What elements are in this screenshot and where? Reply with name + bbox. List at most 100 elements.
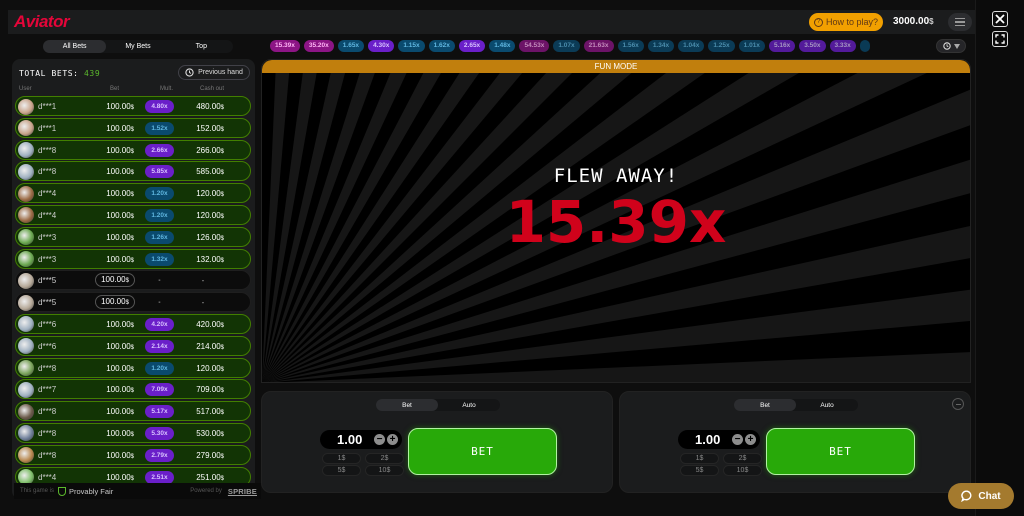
aviator-logo: Aviator (14, 12, 70, 31)
bet-user: d***8 (38, 167, 57, 177)
payout-chip[interactable]: 5.16x (768, 40, 796, 52)
bet-multiplier: 5.30x (145, 426, 174, 440)
tab-top[interactable]: Top (170, 40, 233, 53)
bet-cashout: 266.00$ (196, 145, 224, 155)
bet-amount: 100.00$ (106, 145, 134, 155)
avatar (18, 403, 34, 420)
avatar (18, 251, 34, 268)
payout-chip[interactable]: 35.20x (303, 40, 334, 52)
quick-amount-button[interactable]: 2$ (365, 453, 404, 464)
payout-chip[interactable]: 1.07x (553, 40, 580, 52)
quick-amount-button[interactable]: 1$ (680, 453, 719, 464)
tab-bet[interactable]: Bet (734, 399, 796, 411)
avatar (18, 447, 34, 464)
chat-button[interactable]: Chat (948, 483, 1014, 509)
payout-chip[interactable]: 1.62x (428, 40, 455, 52)
menu-button[interactable] (948, 13, 972, 31)
bet-user: d***5 (38, 276, 57, 286)
quick-amount-button[interactable]: 5$ (680, 465, 719, 476)
bet-user: d***4 (38, 210, 57, 220)
tab-bet[interactable]: Bet (376, 399, 438, 411)
payout-chip[interactable]: 1.65x (337, 40, 365, 52)
avatar (18, 425, 34, 442)
bet-amount-input[interactable]: 1.00 (337, 432, 362, 447)
provably-fair-link[interactable]: Provably Fair (69, 487, 113, 496)
increase-button[interactable]: + (745, 434, 756, 445)
payout-chip[interactable]: 1.15x (398, 40, 425, 52)
avatar (18, 229, 34, 246)
payout-chip[interactable]: 3.33x (829, 40, 856, 52)
bet-amount: 100.00$ (106, 319, 134, 329)
bet-cashout: 480.00$ (196, 102, 224, 111)
payout-chip[interactable]: 4.30x (368, 40, 395, 52)
fun-mode-banner: FUN MODE (262, 60, 970, 73)
quick-amount-button[interactable]: 10$ (723, 465, 762, 476)
close-button[interactable] (992, 11, 1008, 27)
increase-button[interactable]: + (387, 434, 398, 445)
place-bet-button[interactable]: BET (766, 428, 915, 475)
bet-user: d***1 (38, 123, 57, 133)
payout-chip[interactable]: 1.48x (489, 40, 516, 52)
round-history-button[interactable] (936, 39, 966, 53)
bet-multiplier: 1.20x (145, 187, 174, 201)
fullscreen-button[interactable] (992, 31, 1008, 47)
bet-row: d***8 100.00$ 5.30x 530.00$ (15, 422, 251, 443)
spribe-logo[interactable]: SPRIBE (228, 487, 257, 496)
bet-multiplier: 5.85x (145, 165, 174, 179)
payout-chip[interactable]: 1.01x (738, 40, 765, 52)
this-game-is-label: This game is (20, 488, 55, 494)
bet-row: d***6 100.00$ 2.14x 214.00$ (15, 335, 251, 356)
payout-chip[interactable]: 2.65x (458, 40, 486, 52)
tab-my-bets[interactable]: My Bets (106, 40, 169, 53)
avatar (18, 338, 34, 355)
payout-chip[interactable]: 21.63x (583, 40, 614, 52)
payout-chip[interactable]: 1.25x (708, 40, 735, 52)
column-headers: User Bet Mult. Cash out (12, 86, 255, 96)
bet-user: d***8 (38, 450, 57, 460)
bet-cashout: 120.00$ (196, 210, 224, 220)
bet-amount: 100.00$ (106, 341, 134, 351)
bet-multiplier: 1.32x (145, 252, 174, 266)
bet-cashout: 420.00$ (196, 319, 224, 329)
quick-amount-button[interactable]: 5$ (322, 465, 361, 476)
quick-amount-button[interactable]: 10$ (365, 465, 404, 476)
avatar (18, 207, 34, 224)
bet-cashout: - (201, 298, 205, 308)
bet-row: d***3 100.00$ 1.26x 126.00$ (15, 226, 251, 247)
payouts-history-strip: 15.39x 35.20x 1.65x 4.30x 1.15x 1.62x 2.65x 1.4… (270, 40, 938, 52)
previous-hand-button[interactable]: Previous hand (178, 65, 250, 80)
payout-chip[interactable] (859, 40, 870, 52)
bet-cashout: - (201, 276, 205, 286)
how-to-play-button[interactable]: ? How to play? (809, 13, 883, 31)
place-bet-button[interactable]: BET (408, 428, 557, 475)
bet-user: d***5 (38, 298, 57, 308)
tab-auto[interactable]: Auto (438, 399, 500, 411)
bet-row: d***8 100.00$ 5.85x 585.00$ (15, 161, 251, 182)
payout-chip[interactable]: 1.04x (678, 40, 705, 52)
tab-all-bets[interactable]: All Bets (43, 40, 107, 53)
payout-chip[interactable]: 15.39x (270, 40, 300, 52)
bet-cashout: 132.00$ (196, 254, 224, 264)
decrease-button[interactable]: − (732, 434, 743, 445)
bet-user: d***8 (38, 407, 57, 417)
bet-amount-input[interactable]: 1.00 (695, 432, 720, 447)
bet-user: d***3 (38, 232, 57, 242)
decrease-button[interactable]: − (374, 434, 385, 445)
tab-auto[interactable]: Auto (796, 399, 858, 411)
payout-chip[interactable]: 54.53x (519, 40, 550, 52)
quick-amount-button[interactable]: 2$ (723, 453, 762, 464)
bet-amount: 100.00$ (106, 363, 134, 373)
bet-cashout: 251.00$ (196, 472, 224, 482)
payout-chip[interactable]: 1.56x (617, 40, 644, 52)
bet-multiplier: 2.14x (145, 339, 174, 353)
payout-chip[interactable]: 3.50x (799, 40, 826, 52)
avatar (18, 185, 34, 202)
remove-bet-panel-button[interactable] (952, 398, 964, 410)
bet-amount: 100.00$ (95, 273, 135, 288)
bet-row: d***8 100.00$ 2.79x 279.00$ (15, 444, 251, 465)
bet-amount: 100.00$ (106, 254, 134, 264)
quick-amount-button[interactable]: 1$ (322, 453, 361, 464)
aviator-game: Aviator ? How to play? 3000.00$ All Bets… (8, 0, 975, 516)
payout-chip[interactable]: 1.34x (647, 40, 675, 52)
avatar (18, 272, 34, 289)
